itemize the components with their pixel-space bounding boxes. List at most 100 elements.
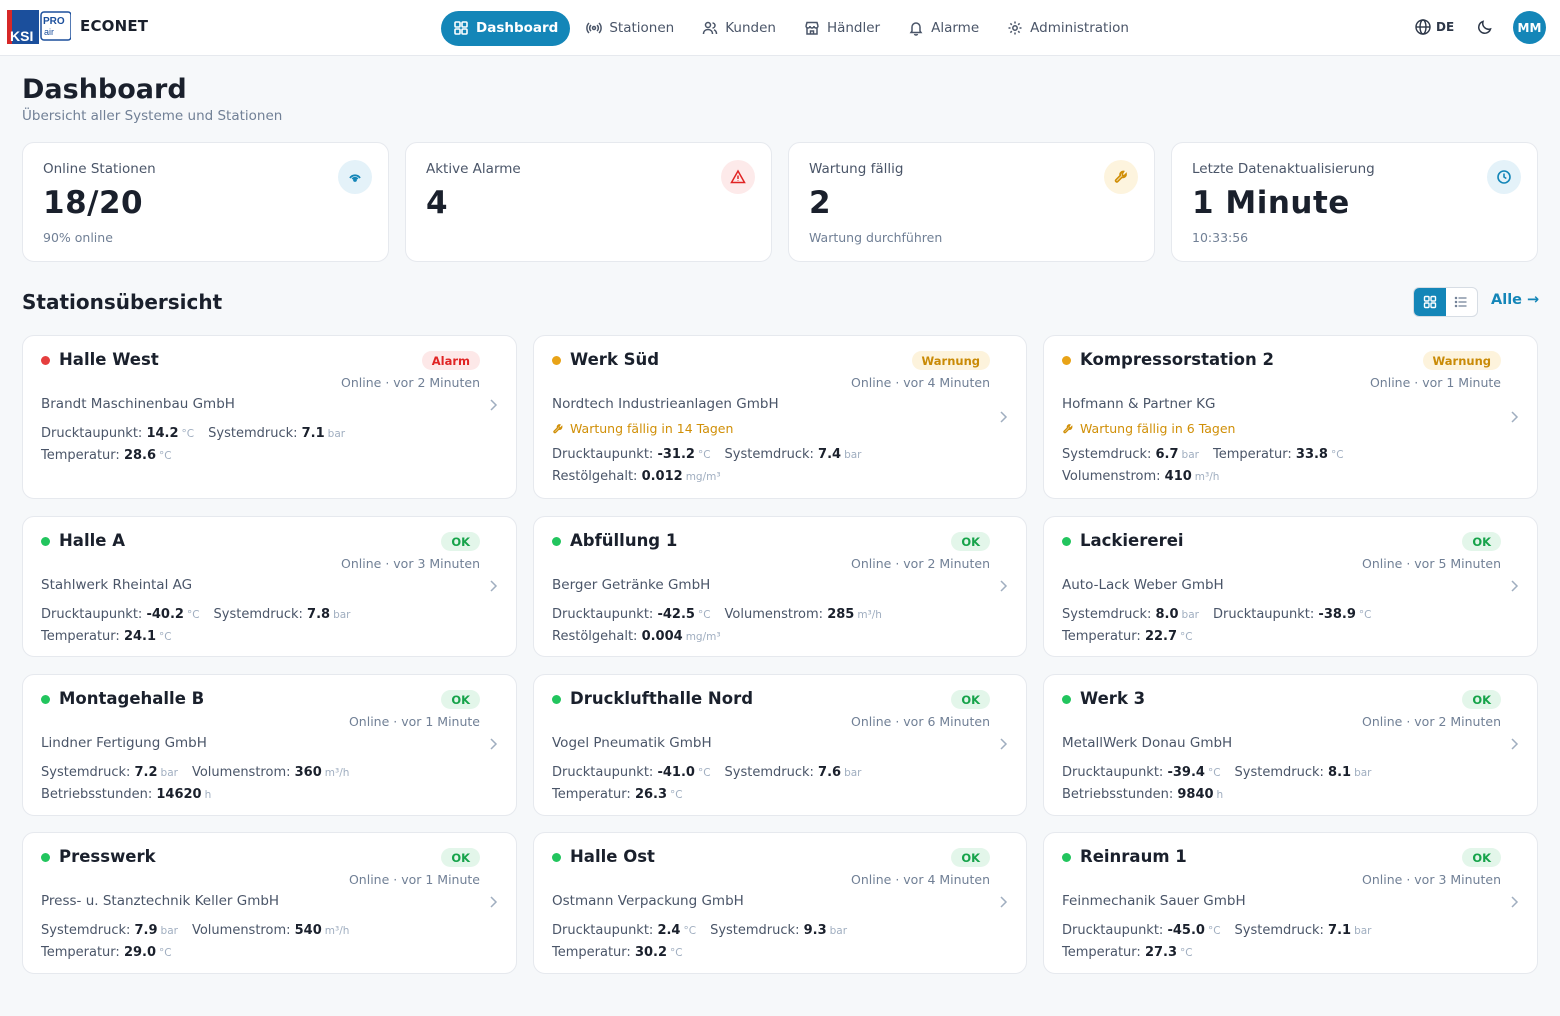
moon-icon[interactable] — [1476, 18, 1494, 36]
metric-value: 26.3 — [634, 787, 668, 802]
metric-value: 9840 — [1177, 787, 1214, 802]
metric-label: Temperatur: — [41, 629, 120, 644]
metric: Restölgehalt: 0.012 mg/m³ — [552, 469, 721, 484]
status-dot — [41, 356, 50, 365]
metric: Drucktaupunkt: -40.2 °C — [41, 607, 200, 622]
station-name: Werk Süd — [570, 350, 660, 369]
stat-value: 18/20 — [43, 185, 144, 221]
station-card[interactable]: Presswerk OK Online · vor 1 Minute Press- u… — [22, 832, 517, 974]
metric-value: 0.004 — [641, 629, 683, 644]
metric-value: -38.9 — [1318, 607, 1356, 622]
status-dot — [1062, 695, 1071, 704]
metric-unit: h — [204, 789, 212, 801]
users-icon — [702, 21, 718, 35]
list-view-button[interactable] — [1446, 288, 1478, 316]
status-dot — [552, 695, 561, 704]
top-navigation-bar: KSI PRO air ECONET Dashboard Stationen K… — [0, 0, 1560, 56]
metric-value: -45.0 — [1167, 923, 1205, 938]
status-badge: OK — [1462, 690, 1501, 709]
language-switcher[interactable]: DE — [1414, 18, 1454, 36]
warning-icon — [721, 160, 755, 194]
metric-label: Drucktaupunkt: — [552, 607, 654, 622]
metric-row: Temperatur: 24.1 °C — [41, 626, 365, 648]
metric-label: Betriebsstunden: — [41, 787, 153, 802]
station-name: Halle A — [59, 531, 125, 550]
all-stations-link[interactable]: Alle → — [1491, 292, 1539, 308]
grid-view-button[interactable] — [1414, 288, 1446, 316]
station-card[interactable]: Werk Süd Warnung Online · vor 4 Minuten Nor… — [533, 335, 1027, 499]
nav-administration[interactable]: Administration — [995, 11, 1141, 46]
metric: Temperatur: 33.8 °C — [1213, 447, 1344, 462]
metric-row: Drucktaupunkt: -41.0 °C Systemdruck: 7.6 ba… — [552, 762, 876, 784]
nav-kunden-label: Kunden — [725, 20, 776, 36]
metric-unit: °C — [697, 609, 711, 621]
station-card[interactable]: Halle Ost OK Online · vor 4 Minuten Ostmann… — [533, 832, 1027, 974]
section-title: Stationsübersicht — [22, 290, 223, 314]
metric-row: Temperatur: 28.6 °C — [41, 445, 359, 467]
online-status: Online · vor 4 Minuten — [851, 872, 990, 887]
station-card[interactable]: Kompressorstation 2 Warnung Online · vor 1… — [1043, 335, 1538, 499]
metric-label: Systemdruck: — [724, 765, 814, 780]
station-card[interactable]: Werk 3 OK Online · vor 2 Minuten MetallWerk… — [1043, 674, 1538, 816]
metric-unit: bar — [1354, 925, 1372, 937]
metric: Drucktaupunkt: -31.2 °C — [552, 447, 711, 462]
ksi-pro-air-logo[interactable]: KSI PRO air — [7, 10, 71, 44]
metric-value: 24.1 — [123, 629, 157, 644]
online-status: Online · vor 3 Minuten — [1362, 872, 1501, 887]
user-avatar[interactable]: MM — [1513, 11, 1546, 44]
metric-unit: bar — [333, 609, 351, 621]
maintenance-text: Wartung fällig in 14 Tagen — [570, 421, 734, 436]
metric-value: 540 — [294, 923, 322, 938]
metric: Drucktaupunkt: -39.4 °C — [1062, 765, 1221, 780]
metric-label: Volumenstrom: — [191, 923, 291, 938]
metric-value: 28.6 — [123, 448, 157, 463]
metric-label: Systemdruck: — [208, 426, 298, 441]
status-dot — [552, 356, 561, 365]
metric-value: 14620 — [156, 787, 202, 802]
metric-label: Systemdruck: — [213, 607, 303, 622]
station-metrics: Drucktaupunkt: -40.2 °C Systemdruck: 7.8 ba… — [41, 604, 365, 648]
brand-name: ECONET — [80, 17, 149, 35]
svg-text:KSI: KSI — [10, 28, 33, 44]
online-status: Online · vor 1 Minute — [348, 872, 480, 887]
chevron-right-icon — [1511, 411, 1519, 423]
metric: Temperatur: 27.3 °C — [1062, 945, 1193, 960]
status-badge: OK — [441, 848, 480, 867]
status-dot — [552, 853, 561, 862]
stat-value: 1 Minute — [1192, 185, 1350, 221]
company-name: Ostmann Verpackung GmbH — [552, 893, 744, 909]
metric-row: Systemdruck: 8.0 bar Drucktaupunkt: -38.9 °… — [1062, 604, 1386, 626]
station-card[interactable]: Abfüllung 1 OK Online · vor 2 Minuten Berge… — [533, 516, 1027, 657]
nav-dashboard[interactable]: Dashboard — [441, 10, 571, 46]
nav-alarme[interactable]: Alarme — [896, 11, 991, 46]
station-card[interactable]: Lackiererei OK Online · vor 5 Minuten Auto-… — [1043, 516, 1538, 657]
metric-value: 6.7 — [1155, 447, 1179, 462]
metric-unit: bar — [1181, 449, 1199, 461]
metric-value: 8.1 — [1328, 765, 1352, 780]
metric: Volumenstrom: 410 m³/h — [1062, 469, 1219, 484]
nav-stationen[interactable]: Stationen — [574, 11, 686, 46]
online-status: Online · vor 4 Minuten — [851, 375, 990, 390]
metric-unit: h — [1216, 789, 1224, 801]
metric-label: Volumenstrom: — [724, 607, 824, 622]
metric-row: Betriebsstunden: 14620 h — [41, 784, 363, 806]
station-card[interactable]: Halle West Alarm Online · vor 2 Minuten Bra… — [22, 335, 517, 499]
station-name: Halle Ost — [570, 847, 655, 866]
station-card[interactable]: Halle A OK Online · vor 3 Minuten Stahlwerk… — [22, 516, 517, 657]
nav-haendler[interactable]: Händler — [792, 11, 892, 46]
metric: Drucktaupunkt: 2.4 °C — [552, 923, 696, 938]
metric-value: 360 — [294, 765, 322, 780]
station-card[interactable]: Drucklufthalle Nord OK Online · vor 6 Minu… — [533, 674, 1027, 816]
company-name: Vogel Pneumatik GmbH — [552, 735, 712, 751]
metric-value: 7.6 — [818, 765, 842, 780]
nav-kunden[interactable]: Kunden — [690, 11, 788, 46]
status-badge: OK — [441, 532, 480, 551]
stat-card-alarms: Aktive Alarme 4 — [405, 142, 772, 262]
metric-label: Temperatur: — [1212, 447, 1292, 462]
metric: Temperatur: 26.3 °C — [552, 787, 683, 802]
company-name: Feinmechanik Sauer GmbH — [1062, 893, 1246, 909]
station-card[interactable]: Reinraum 1 OK Online · vor 3 Minuten Feinme… — [1043, 832, 1538, 974]
metric-row: Drucktaupunkt: 2.4 °C Systemdruck: 9.3 bar — [552, 920, 861, 942]
metric-unit: mg/m³ — [685, 471, 721, 483]
station-card[interactable]: Montagehalle B OK Online · vor 1 Minute Lin… — [22, 674, 517, 816]
